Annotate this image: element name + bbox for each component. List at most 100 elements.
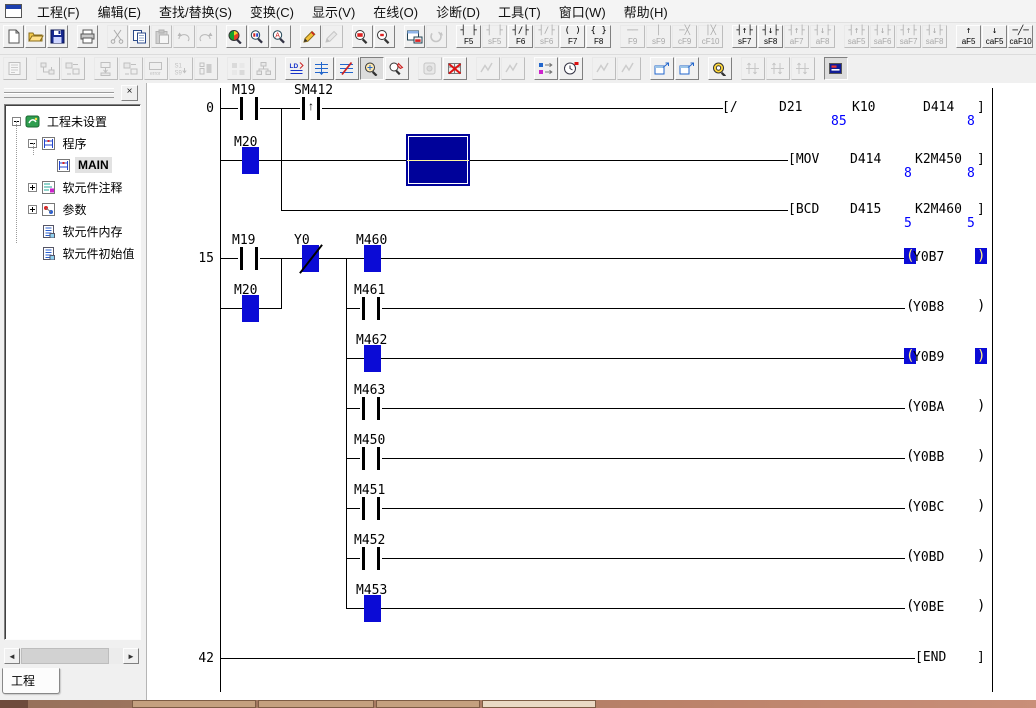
mov-instruction[interactable]: ] bbox=[977, 152, 985, 167]
find-device-button[interactable] bbox=[248, 25, 269, 48]
ladder-contact-m451[interactable] bbox=[360, 495, 382, 522]
tree-item-node-6[interactable]: 软元件初始值 bbox=[28, 243, 138, 263]
menu-item-view[interactable]: 显示(V) bbox=[303, 0, 364, 24]
find-button[interactable] bbox=[226, 25, 247, 48]
zoom-in-button[interactable] bbox=[352, 25, 373, 48]
tree-item-node-3[interactable]: 软元件注释 bbox=[28, 177, 126, 197]
taskbar-window-button[interactable] bbox=[132, 700, 256, 708]
tree-item-node-0[interactable]: 工程未设置 bbox=[12, 111, 110, 131]
div-instruction[interactable]: K10 bbox=[852, 100, 875, 115]
ladder-contact-sm412[interactable]: ↑ bbox=[300, 95, 322, 122]
div-instruction[interactable]: D21 bbox=[779, 100, 802, 115]
div-instruction[interactable]: D414 bbox=[923, 100, 954, 115]
menu-item-help[interactable]: 帮助(H) bbox=[615, 0, 677, 24]
monitor-start-button[interactable] bbox=[360, 57, 384, 80]
project-tab[interactable]: 工程 bbox=[2, 668, 60, 694]
tree-expander-plus[interactable] bbox=[28, 205, 37, 214]
write-mode-button[interactable] bbox=[300, 25, 321, 48]
ladder-editor[interactable]: 01542M19SM412↑M20M19Y0M460M20M461M462M46… bbox=[146, 83, 1036, 700]
taskbar-window-button[interactable] bbox=[376, 700, 480, 708]
open-window-2-button[interactable] bbox=[675, 57, 699, 80]
ladder-contact-m19[interactable] bbox=[238, 245, 260, 272]
tree-expander-plus[interactable] bbox=[28, 183, 37, 192]
menu-item-project[interactable]: 工程(F) bbox=[28, 0, 89, 24]
new-button[interactable] bbox=[3, 25, 24, 48]
menu-item-tools[interactable]: 工具(T) bbox=[489, 0, 550, 24]
panel-dock-header[interactable]: × bbox=[2, 85, 144, 100]
window-zoom-button[interactable] bbox=[404, 25, 425, 48]
menu-item-find-replace[interactable]: 查找/替换(S) bbox=[150, 0, 241, 24]
close-panel-button[interactable]: × bbox=[121, 85, 138, 101]
ladder-contact-m460[interactable] bbox=[364, 245, 381, 272]
bcd-instruction[interactable]: [BCD bbox=[788, 202, 819, 217]
end-instruction[interactable]: ] bbox=[977, 650, 985, 665]
tree-item-node-5[interactable]: 软元件内存 bbox=[28, 221, 126, 241]
copy-button[interactable] bbox=[129, 25, 150, 48]
ladder-symbol-f8-button[interactable]: { }F8 bbox=[586, 25, 611, 48]
div-instruction[interactable]: ] bbox=[977, 100, 985, 115]
menu-item-convert[interactable]: 变换(C) bbox=[241, 0, 303, 24]
bcd-instruction[interactable]: ] bbox=[977, 202, 985, 217]
ladder-symbol-caf5-button[interactable]: ↓caF5 bbox=[982, 25, 1007, 48]
line-delete-button[interactable] bbox=[335, 57, 359, 80]
ladder-contact-m20[interactable] bbox=[242, 147, 259, 174]
ladder-contact-m462[interactable] bbox=[364, 345, 381, 372]
ladder-coil-y0b9[interactable]: Y0B9 bbox=[913, 350, 944, 365]
tree-item-node-4[interactable]: 参数 bbox=[28, 199, 90, 219]
program-check-button[interactable] bbox=[443, 57, 467, 80]
div-instruction[interactable]: [/ bbox=[722, 100, 738, 115]
ladder-symbol-sf7-button[interactable]: ┤↑├sF7 bbox=[732, 25, 757, 48]
ladder-coil-y0bb[interactable]: Y0BB bbox=[913, 450, 944, 465]
open-button[interactable] bbox=[25, 25, 46, 48]
line-insert-button[interactable] bbox=[310, 57, 334, 80]
taskbar-start-button[interactable] bbox=[0, 700, 28, 708]
ladder-contact-m19[interactable] bbox=[238, 95, 260, 122]
scroll-left-button[interactable]: ◄ bbox=[4, 648, 20, 664]
menu-item-online[interactable]: 在线(O) bbox=[364, 0, 427, 24]
clock-setting-button[interactable] bbox=[559, 57, 583, 80]
bcd-instruction[interactable]: K2M460 bbox=[915, 202, 962, 217]
ladder-coil-y0bd[interactable]: Y0BD bbox=[913, 550, 944, 565]
save-button[interactable] bbox=[47, 25, 68, 48]
device-batch-button[interactable] bbox=[534, 57, 558, 80]
ladder-symbol-f5-button[interactable]: ┤ ├F5 bbox=[456, 25, 481, 48]
ladder-contact-m463[interactable] bbox=[360, 395, 382, 422]
ladder-symbol-af5-button[interactable]: ↑aF5 bbox=[956, 25, 981, 48]
ladder-symbol-caf10-button[interactable]: ─╱─caF10 bbox=[1008, 25, 1033, 48]
ladder-symbol-sf8-button[interactable]: ┤↓├sF8 bbox=[758, 25, 783, 48]
ladder-coil-y0b8[interactable]: Y0B8 bbox=[913, 300, 944, 315]
find-string-button[interactable]: A bbox=[270, 25, 291, 48]
zoom-monitor-button[interactable] bbox=[708, 57, 732, 80]
ladder-symbol-f6-button[interactable]: ┤/├F6 bbox=[508, 25, 533, 48]
taskbar-window-button[interactable] bbox=[482, 700, 596, 708]
ladder-coil-y0bc[interactable]: Y0BC bbox=[913, 500, 944, 515]
mdi-child-window-icon[interactable] bbox=[5, 4, 22, 18]
ladder-contact-m20[interactable] bbox=[242, 295, 259, 322]
menu-item-window[interactable]: 窗口(W) bbox=[550, 0, 615, 24]
ladder-contact-m453[interactable] bbox=[364, 595, 381, 622]
ladder-contact-m450[interactable] bbox=[360, 445, 382, 472]
scrollbar-thumb[interactable] bbox=[21, 648, 109, 664]
ladder-contact-m461[interactable] bbox=[360, 295, 382, 322]
scrollbar-track[interactable] bbox=[20, 648, 123, 664]
tree-item-main[interactable]: MAIN bbox=[43, 155, 112, 175]
monitor-mode-button[interactable] bbox=[824, 57, 848, 80]
end-instruction[interactable]: [END bbox=[915, 650, 946, 665]
menu-item-edit[interactable]: 编辑(E) bbox=[89, 0, 150, 24]
tree-item-node-1[interactable]: 程序 bbox=[28, 133, 90, 153]
open-window-button[interactable] bbox=[650, 57, 674, 80]
tree-expander-minus[interactable] bbox=[28, 139, 37, 148]
ladder-contact-y0[interactable] bbox=[302, 245, 319, 272]
taskbar-window-button[interactable] bbox=[258, 700, 374, 708]
ladder-coil-y0b7[interactable]: Y0B7 bbox=[913, 250, 944, 265]
ladder-coil-y0ba[interactable]: Y0BA bbox=[913, 400, 944, 415]
ladder-symbol-f7-button[interactable]: ( )F7 bbox=[560, 25, 585, 48]
print-button[interactable] bbox=[77, 25, 98, 48]
bcd-instruction[interactable]: D415 bbox=[850, 202, 881, 217]
mov-instruction[interactable]: D414 bbox=[850, 152, 881, 167]
scroll-right-button[interactable]: ► bbox=[123, 648, 139, 664]
convert-to-ladder-button[interactable]: LD bbox=[285, 57, 309, 80]
menu-item-diagnostics[interactable]: 诊断(D) bbox=[427, 0, 489, 24]
mov-instruction[interactable]: [MOV bbox=[788, 152, 819, 167]
mov-instruction[interactable]: K2M450 bbox=[915, 152, 962, 167]
